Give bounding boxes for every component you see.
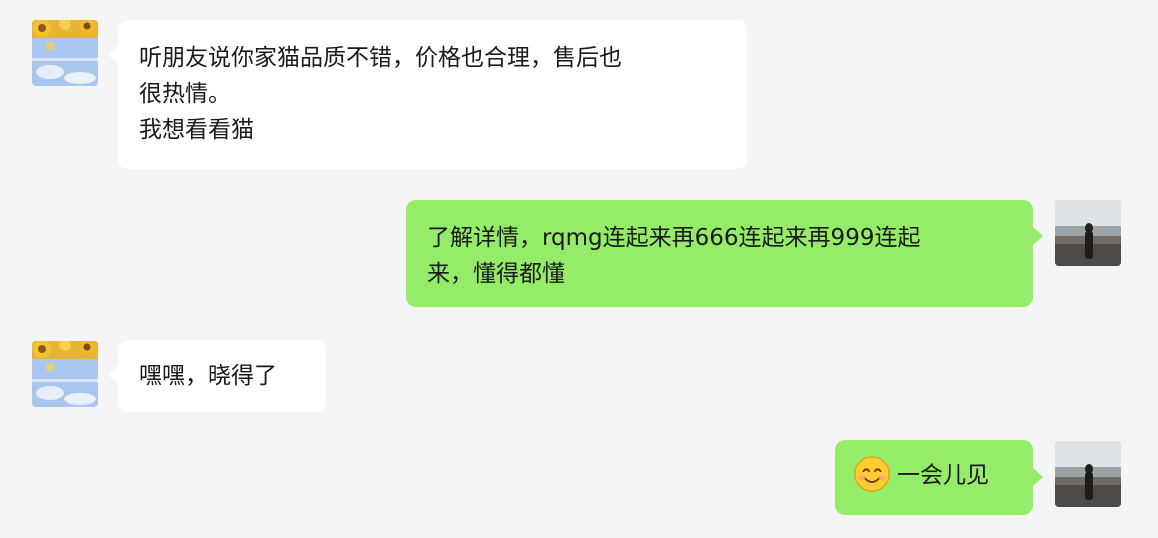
message-bubble-incoming[interactable]: 嘿嘿，晓得了 [108, 340, 326, 412]
message-bubble-incoming[interactable]: 听朋友说你家猫品质不错，价格也合理，售后也 很热情。 我想看看猫 [108, 20, 747, 169]
message-bubble-outgoing[interactable]: 了解详情，rqmg连起来再666连起来再999连起 来，懂得都懂 [406, 200, 1043, 307]
contact-avatar[interactable] [32, 341, 98, 407]
message-text-line: 了解详情，rqmg连起来再666连起来再999连起 [427, 225, 921, 251]
message-text-line: 一会儿见 [853, 455, 1015, 495]
seaside-person-avatar-icon [1055, 441, 1121, 507]
message-text-line: 来，懂得都懂 [427, 261, 565, 287]
message-text-line: 很热情。 [139, 81, 231, 107]
sunflower-sky-avatar-icon [32, 341, 98, 407]
seaside-person-avatar-icon [1055, 200, 1121, 266]
message-bubble-outgoing[interactable]: 一会儿见 [835, 440, 1043, 515]
message-text-line: 听朋友说你家猫品质不错，价格也合理，售后也 [139, 45, 622, 71]
bubble-tail [1033, 468, 1043, 486]
message-text: 一会儿见 [897, 462, 989, 489]
message-text-line: 我想看看猫 [139, 117, 254, 143]
bubble-tail [108, 366, 118, 384]
bubble-tail [108, 46, 118, 64]
my-avatar[interactable] [1055, 441, 1121, 507]
smiling-face-emoji-icon [853, 455, 891, 493]
message-text-line: 嘿嘿，晓得了 [139, 363, 277, 389]
bubble-tail [1033, 227, 1043, 245]
contact-avatar[interactable] [32, 20, 98, 86]
sunflower-sky-avatar-icon [32, 20, 98, 86]
my-avatar[interactable] [1055, 200, 1121, 266]
